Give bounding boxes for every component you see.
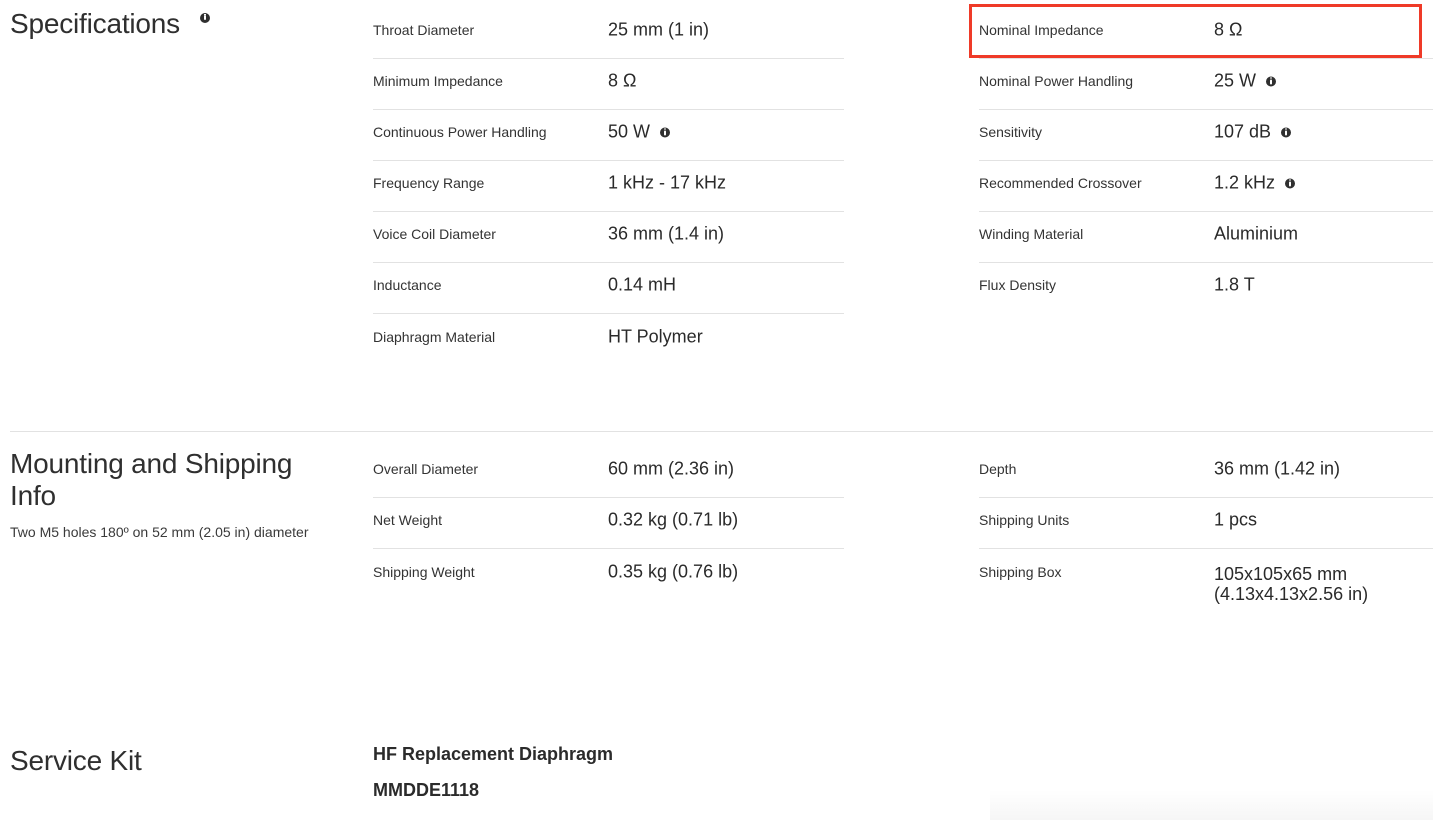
spec-row-diaphragm-material: Diaphragm Material HT Polymer	[373, 315, 844, 366]
spec-row-winding-material: Winding Material Aluminium	[979, 212, 1433, 263]
spec-row-net-weight: Net Weight 0.32 kg (0.71 lb)	[373, 498, 844, 549]
info-icon[interactable]	[199, 12, 210, 23]
spec-label: Inductance	[373, 277, 442, 293]
spec-label: Flux Density	[979, 277, 1057, 293]
info-icon[interactable]	[660, 127, 671, 138]
spec-value: 60 mm (2.36 in)	[608, 458, 735, 479]
info-icon[interactable]	[1285, 178, 1296, 189]
spec-label: Minimum Impedance	[373, 73, 503, 89]
spec-value-wrap: 25 W	[1214, 70, 1277, 92]
mounting-title: Mounting and Shipping Info	[10, 448, 293, 511]
spec-row-frequency-range: Frequency Range 1 kHz - 17 kHz	[373, 161, 844, 212]
info-icon[interactable]	[1281, 127, 1292, 138]
spec-label: Shipping Units	[979, 512, 1070, 528]
spec-label: Recommended Crossover	[979, 175, 1142, 191]
spec-label: Winding Material	[979, 226, 1084, 242]
spec-value-wrap: 107 dB	[1214, 121, 1292, 143]
service-kit-title: Service Kit	[10, 745, 142, 776]
spec-label: Nominal Impedance	[979, 22, 1104, 38]
spec-value: 1 pcs	[1214, 509, 1258, 530]
spec-row-minimum-impedance: Minimum Impedance 8 Ω	[373, 59, 844, 110]
spec-value: 36 mm (1.4 in)	[608, 223, 725, 244]
spec-value: 8 Ω	[608, 70, 637, 91]
spec-value: 8 Ω	[1214, 19, 1243, 40]
spec-value: 36 mm (1.42 in)	[1214, 458, 1341, 479]
spec-label: Overall Diameter	[373, 461, 479, 477]
spec-label: Shipping Box	[979, 564, 1062, 580]
spec-value: 107 dB	[1214, 121, 1272, 142]
spec-value: HT Polymer	[608, 326, 703, 347]
spec-row-overall-diameter: Overall Diameter 60 mm (2.36 in)	[373, 447, 844, 498]
spec-value: 25 W	[1214, 70, 1257, 91]
spec-value: 50 W	[608, 121, 651, 142]
bottom-fade	[990, 790, 1433, 820]
spec-value: 1.2 kHz	[1214, 172, 1276, 193]
spec-value: 0.32 kg (0.71 lb)	[608, 509, 739, 530]
spec-label: Net Weight	[373, 512, 442, 528]
spec-row-shipping-weight: Shipping Weight 0.35 kg (0.76 lb)	[373, 550, 844, 601]
specifications-title-text: Specifications	[10, 8, 180, 39]
spec-label: Shipping Weight	[373, 564, 475, 580]
spec-label: Frequency Range	[373, 175, 485, 191]
spec-label: Continuous Power Handling	[373, 124, 547, 140]
spec-label: Voice Coil Diameter	[373, 226, 496, 242]
spec-value: 1.8 T	[1214, 274, 1255, 295]
spec-label: Diaphragm Material	[373, 329, 496, 345]
info-icon[interactable]	[1266, 76, 1277, 87]
spec-value: 25 mm (1 in)	[608, 19, 710, 40]
spec-row-continuous-power-handling: Continuous Power Handling 50 W	[373, 110, 844, 161]
spec-row-nominal-power-handling: Nominal Power Handling 25 W	[979, 59, 1433, 110]
spec-label: Sensitivity	[979, 124, 1043, 140]
service-kit-item-name: HF Replacement Diaphragm	[373, 744, 614, 764]
spec-value: 0.35 kg (0.76 lb)	[608, 561, 739, 582]
spec-row-voice-coil-diameter: Voice Coil Diameter 36 mm (1.4 in)	[373, 212, 844, 263]
spec-row-nominal-impedance: Nominal Impedance 8 Ω	[979, 8, 1433, 59]
section-divider	[10, 431, 1433, 432]
specifications-title: Specifications	[10, 8, 210, 40]
spec-row-depth: Depth 36 mm (1.42 in)	[979, 447, 1433, 498]
spec-row-recommended-crossover: Recommended Crossover 1.2 kHz	[979, 161, 1433, 212]
spec-label: Depth	[979, 461, 1017, 477]
spec-row-shipping-box: Shipping Box 105x105x65 mm (4.13x4.13x2.…	[979, 550, 1433, 620]
spec-label: Throat Diameter	[373, 22, 475, 38]
spec-row-throat-diameter: Throat Diameter 25 mm (1 in)	[373, 8, 844, 59]
spec-row-shipping-units: Shipping Units 1 pcs	[979, 498, 1433, 549]
spec-value: 0.14 mH	[608, 274, 677, 295]
spec-value: 105x105x65 mm (4.13x4.13x2.56 in)	[1214, 564, 1369, 604]
spec-row-inductance: Inductance 0.14 mH	[373, 263, 844, 314]
spec-value-wrap: 50 W	[608, 121, 671, 143]
spec-row-flux-density: Flux Density 1.8 T	[979, 263, 1433, 314]
spec-label: Nominal Power Handling	[979, 73, 1134, 89]
spec-value-wrap: 1.2 kHz	[1214, 172, 1296, 194]
spec-value: Aluminium	[1214, 223, 1299, 244]
service-kit-item-code: MMDDE1118	[373, 780, 480, 800]
spec-row-sensitivity: Sensitivity 107 dB	[979, 110, 1433, 161]
mounting-subtitle: Two M5 holes 180º on 52 mm (2.05 in) dia…	[10, 524, 309, 540]
spec-value: 1 kHz - 17 kHz	[608, 172, 727, 193]
